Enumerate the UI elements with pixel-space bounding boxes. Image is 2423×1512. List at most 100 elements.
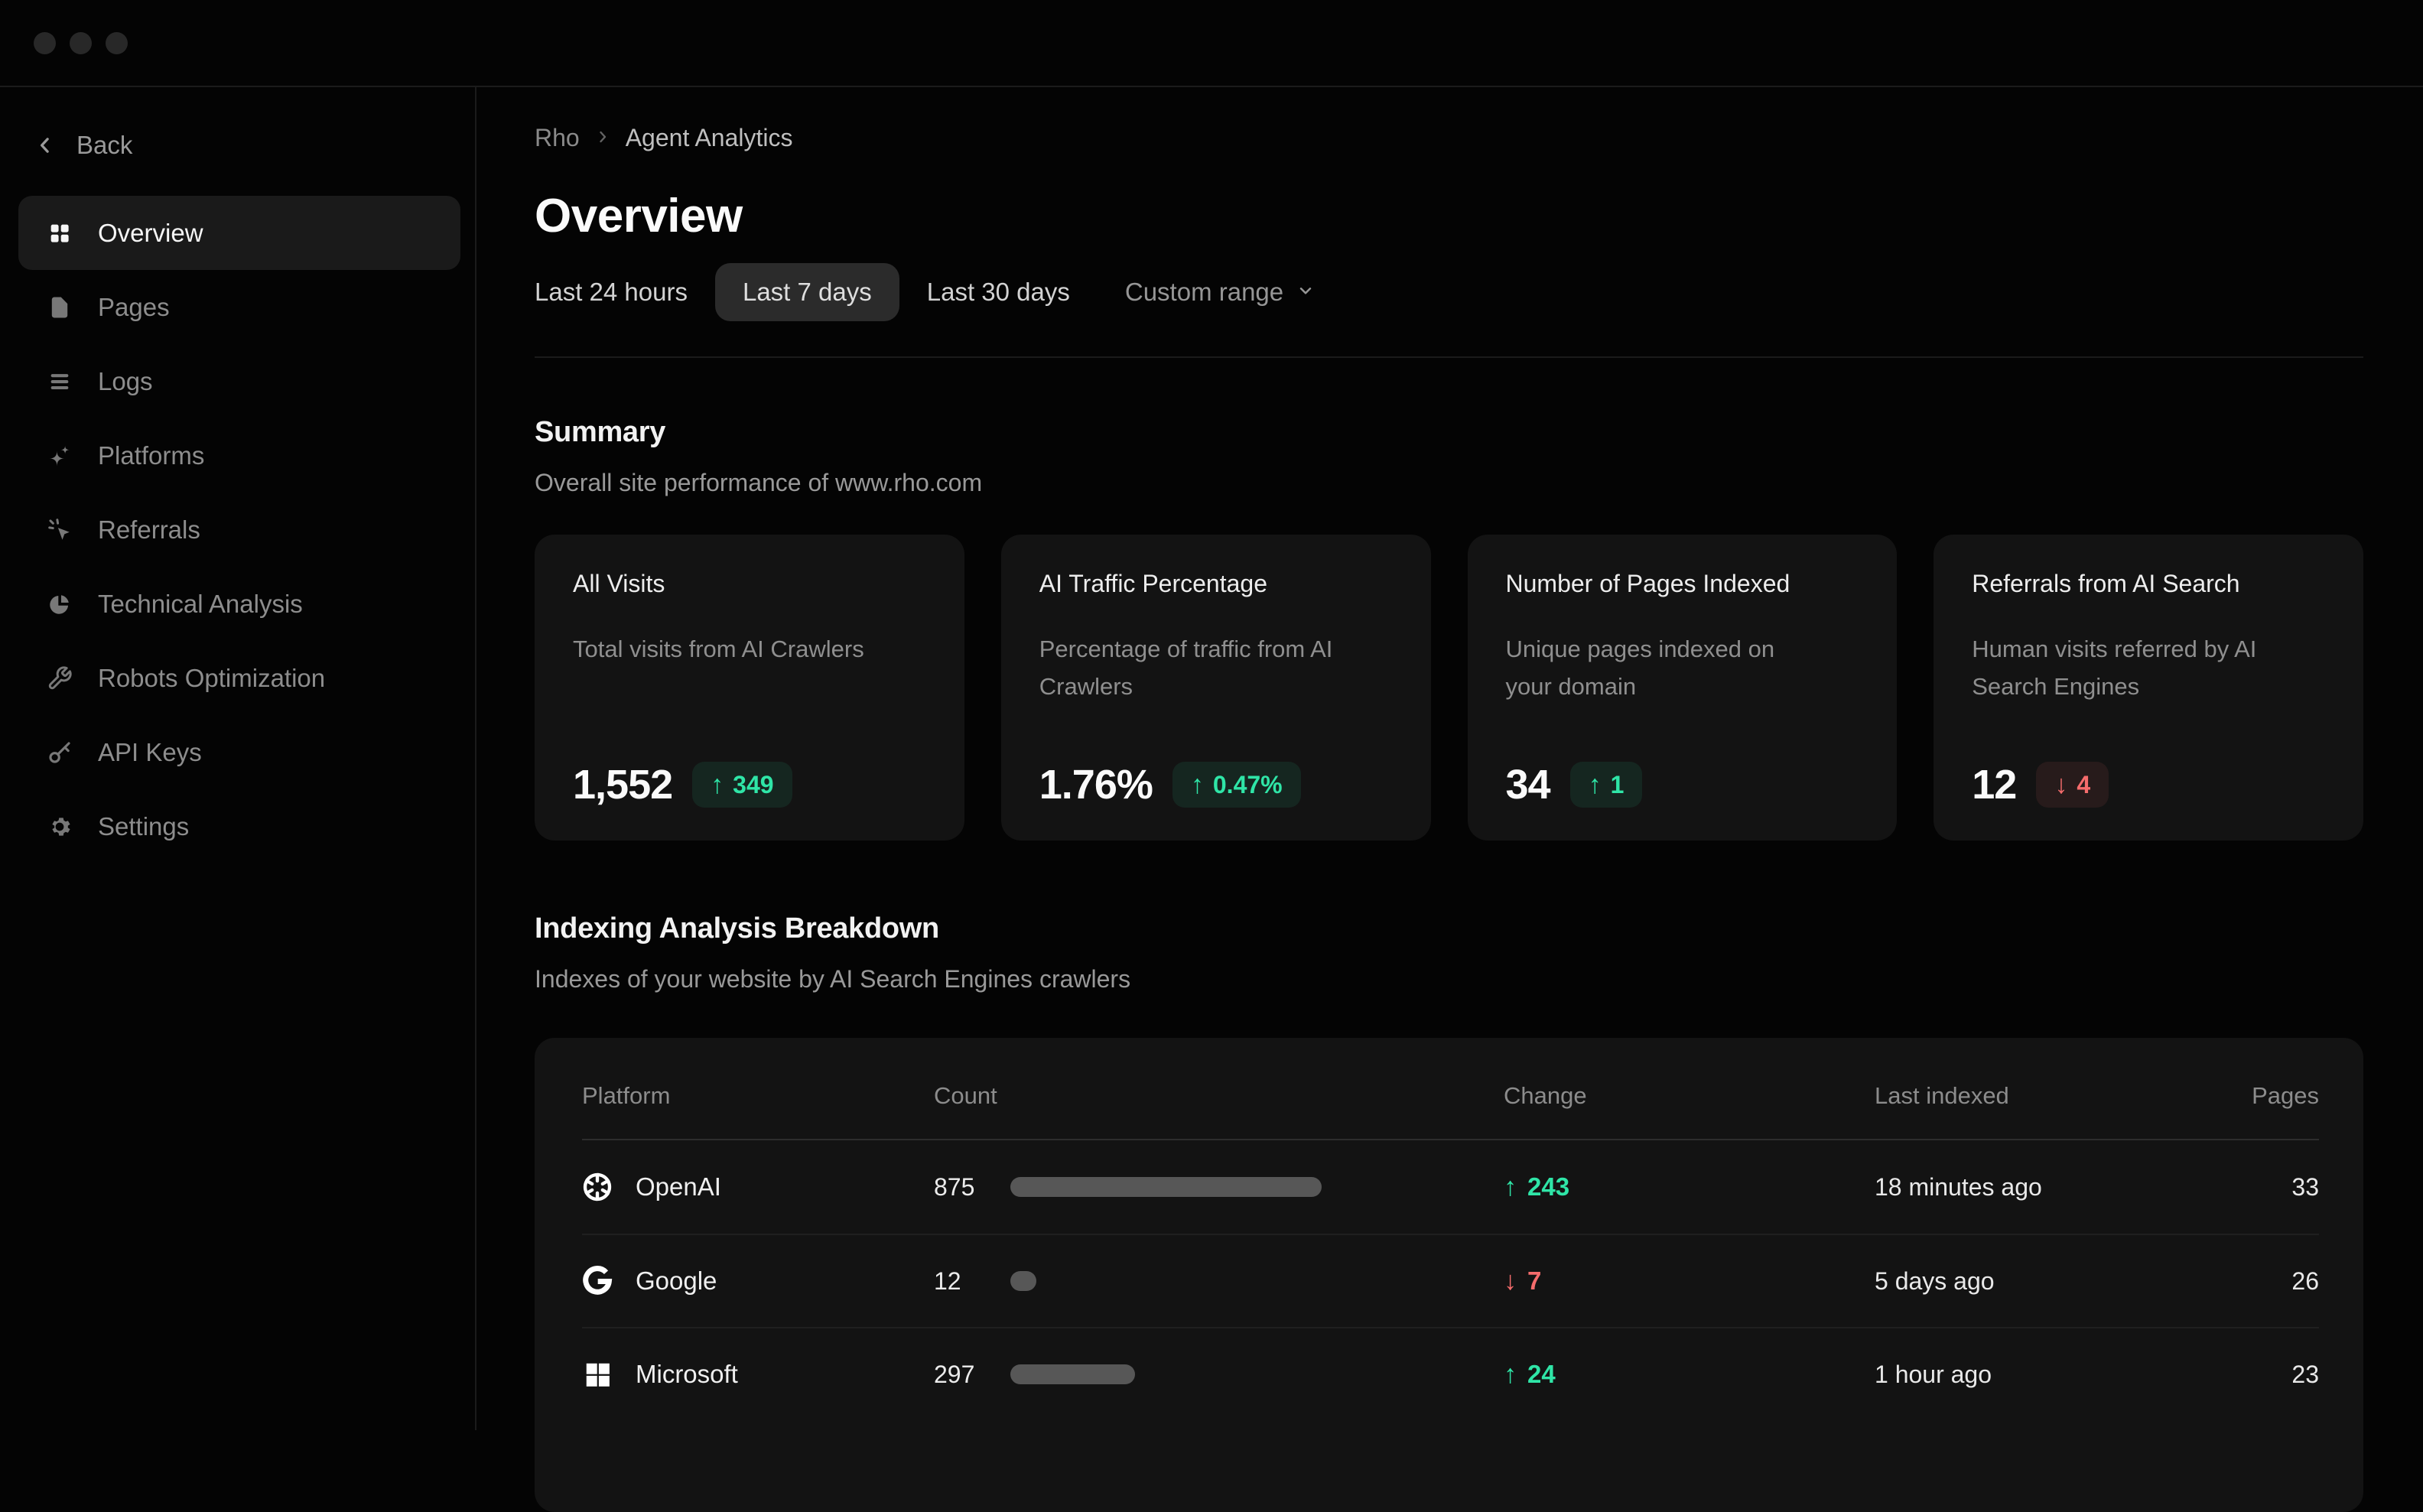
- pie-chart-icon: [46, 590, 73, 618]
- stat-card-referrals-ai-search: Referrals from AI Search Human visits re…: [1934, 535, 2363, 841]
- sidebar-item-label: Logs: [98, 367, 153, 396]
- platform-name: OpenAI: [636, 1172, 721, 1201]
- stat-card-value: 1,552: [573, 761, 672, 808]
- count-bar: [1010, 1271, 1036, 1291]
- table-row-microsoft: Microsoft 297 ↑ 24 1 hour ago 23: [582, 1327, 2319, 1420]
- column-header-change: Change: [1504, 1082, 1875, 1110]
- arrow-down-icon: ↓: [2054, 770, 2067, 800]
- breadcrumb-root[interactable]: Rho: [535, 124, 580, 152]
- column-header-pages: Pages: [2135, 1082, 2319, 1110]
- breakdown-heading: Indexing Analysis Breakdown: [535, 912, 2363, 945]
- count-value: 297: [934, 1361, 1010, 1389]
- change-value: 7: [1527, 1267, 1541, 1296]
- column-header-count: Count: [934, 1082, 1504, 1110]
- chevron-down-icon: [1296, 278, 1316, 307]
- custom-range-dropdown[interactable]: Custom range: [1098, 263, 1343, 321]
- delta-badge: ↑ 0.47%: [1172, 762, 1301, 808]
- stat-card-pages-indexed: Number of Pages Indexed Unique pages ind…: [1468, 535, 1898, 841]
- list-icon: [46, 368, 73, 395]
- delta-badge: ↓ 4: [2036, 762, 2109, 808]
- chevron-right-icon: [594, 124, 612, 152]
- custom-range-label: Custom range: [1125, 278, 1283, 307]
- sidebar-item-logs[interactable]: Logs: [18, 344, 460, 418]
- sidebar-item-platforms[interactable]: Platforms: [18, 418, 460, 493]
- arrow-up-icon: ↑: [1191, 770, 1204, 800]
- summary-cards: All Visits Total visits from AI Crawlers…: [535, 535, 2363, 841]
- platform-name: Google: [636, 1267, 717, 1296]
- back-button[interactable]: Back: [18, 122, 460, 168]
- tab-last-30-days[interactable]: Last 30 days: [899, 263, 1098, 321]
- sidebar-item-overview[interactable]: Overview: [18, 196, 460, 270]
- change-cell: ↑ 243: [1504, 1172, 1875, 1202]
- stat-card-ai-traffic-percentage: AI Traffic Percentage Percentage of traf…: [1001, 535, 1431, 841]
- breadcrumb: Rho Agent Analytics: [535, 122, 2363, 153]
- cursor-click-icon: [46, 516, 73, 544]
- window-control-2[interactable]: [70, 32, 92, 54]
- count-bar: [1010, 1177, 1322, 1197]
- stat-card-description: Human visits referred by AI Search Engin…: [1972, 630, 2282, 705]
- table-row-openai: OpenAI 875 ↑ 243 18 minutes ago 33: [582, 1140, 2319, 1234]
- stat-card-value: 12: [1972, 761, 2016, 808]
- sidebar-item-api-keys[interactable]: API Keys: [18, 715, 460, 789]
- tab-last-24-hours[interactable]: Last 24 hours: [507, 263, 715, 321]
- gear-icon: [46, 813, 73, 841]
- sidebar-item-label: API Keys: [98, 738, 202, 767]
- summary-subheading: Overall site performance of www.rho.com: [535, 469, 2363, 496]
- change-value: 243: [1527, 1172, 1569, 1201]
- app-shell: Back Overview Pages Logs: [0, 87, 2423, 1430]
- stat-card-description: Total visits from AI Crawlers: [573, 630, 883, 668]
- breakdown-subheading: Indexes of your website by AI Search Eng…: [535, 965, 2363, 993]
- column-header-platform: Platform: [582, 1082, 934, 1110]
- delta-value: 1: [1611, 771, 1625, 799]
- platform-name: Microsoft: [636, 1360, 738, 1389]
- sidebar-item-settings[interactable]: Settings: [18, 789, 460, 863]
- arrow-down-icon: ↓: [1504, 1267, 1517, 1296]
- openai-logo-icon: [582, 1172, 613, 1202]
- tab-last-7-days[interactable]: Last 7 days: [715, 263, 899, 321]
- stat-card-all-visits: All Visits Total visits from AI Crawlers…: [535, 535, 964, 841]
- delta-value: 0.47%: [1213, 771, 1283, 799]
- window-control-3[interactable]: [106, 32, 128, 54]
- pages-value: 33: [2135, 1173, 2319, 1201]
- sidebar-item-label: Pages: [98, 293, 170, 322]
- window-control-1[interactable]: [34, 32, 56, 54]
- stat-card-title: AI Traffic Percentage: [1039, 570, 1393, 598]
- indexing-table: Platform Count Change Last indexed Pages: [535, 1038, 2363, 1512]
- google-logo-icon: [582, 1266, 613, 1296]
- sidebar-item-label: Settings: [98, 812, 189, 841]
- microsoft-logo-icon: [582, 1359, 613, 1390]
- breadcrumb-current: Agent Analytics: [626, 124, 793, 152]
- table-row-google: Google 12 ↓ 7 5 days ago 26: [582, 1234, 2319, 1327]
- delta-badge: ↑ 349: [692, 762, 792, 808]
- arrow-up-icon: ↑: [711, 770, 724, 800]
- sidebar-item-technical-analysis[interactable]: Technical Analysis: [18, 567, 460, 641]
- change-cell: ↑ 24: [1504, 1360, 1875, 1390]
- count-value: 12: [934, 1267, 1010, 1296]
- window-titlebar: [0, 0, 2423, 87]
- document-icon: [46, 294, 73, 321]
- arrow-up-icon: ↑: [1589, 770, 1602, 800]
- sidebar-item-referrals[interactable]: Referrals: [18, 493, 460, 567]
- sidebar-item-robots-optimization[interactable]: Robots Optimization: [18, 641, 460, 715]
- time-range-tabs: Last 24 hours Last 7 days Last 30 days C…: [507, 263, 2363, 321]
- sidebar-item-pages[interactable]: Pages: [18, 270, 460, 344]
- sidebar-item-label: Robots Optimization: [98, 664, 325, 693]
- pages-value: 23: [2135, 1361, 2319, 1389]
- last-indexed-value: 18 minutes ago: [1875, 1173, 2135, 1201]
- stat-card-title: All Visits: [573, 570, 926, 598]
- pages-value: 26: [2135, 1267, 2319, 1296]
- stat-card-description: Percentage of traffic from AI Crawlers: [1039, 630, 1349, 705]
- arrow-up-icon: ↑: [1504, 1172, 1517, 1202]
- sidebar-item-label: Platforms: [98, 441, 204, 470]
- sidebar-item-label: Technical Analysis: [98, 590, 303, 619]
- arrow-up-icon: ↑: [1504, 1360, 1517, 1390]
- change-cell: ↓ 7: [1504, 1267, 1875, 1296]
- page-title: Overview: [535, 191, 2363, 242]
- key-icon: [46, 739, 73, 766]
- grid-icon: [46, 219, 73, 247]
- count-value: 875: [934, 1173, 1010, 1201]
- last-indexed-value: 5 days ago: [1875, 1267, 2135, 1296]
- last-indexed-value: 1 hour ago: [1875, 1361, 2135, 1389]
- wrench-icon: [46, 665, 73, 692]
- stat-card-description: Unique pages indexed on your domain: [1506, 630, 1816, 705]
